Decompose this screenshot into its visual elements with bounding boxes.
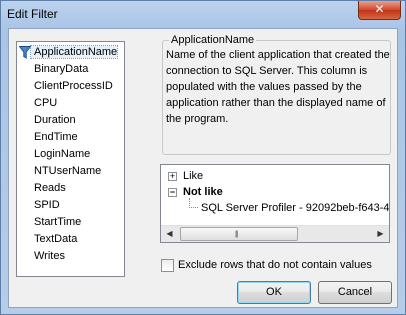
close-icon: ✕ xyxy=(374,2,385,16)
column-item-binarydata[interactable]: BinaryData xyxy=(31,61,88,78)
column-list[interactable]: ApplicationName BinaryData ClientProcess… xyxy=(16,41,125,277)
window-title: Edit Filter xyxy=(7,7,58,21)
column-item-cpu[interactable]: CPU xyxy=(31,95,57,112)
column-item-label: LoginName xyxy=(34,148,91,160)
description-group: ApplicationName Name of the client appli… xyxy=(162,34,391,155)
tree-connector xyxy=(189,198,198,208)
description-title: ApplicationName xyxy=(169,34,257,46)
scroll-thumb[interactable]: ||| xyxy=(180,227,298,241)
column-item-label: TextData xyxy=(34,233,78,245)
column-item-label: BinaryData xyxy=(34,63,89,75)
column-item-endtime[interactable]: EndTime xyxy=(31,129,78,146)
tree-node-label: Like xyxy=(183,170,204,182)
exclude-rows-checkbox[interactable] xyxy=(161,259,174,272)
tree-node-value[interactable]: SQL Server Profiler - 92092beb-f643-49 xyxy=(161,198,390,216)
tree-value-label: SQL Server Profiler - 92092beb-f643-49 xyxy=(201,202,390,214)
column-item-label: StartTime xyxy=(34,216,82,228)
column-item-reads[interactable]: Reads xyxy=(31,180,66,197)
column-item-writes[interactable]: Writes xyxy=(31,248,65,265)
grip-icon: ||| xyxy=(235,231,239,238)
column-item-duration[interactable]: Duration xyxy=(31,112,76,129)
horizontal-scrollbar[interactable]: ◀ ||| ▶ xyxy=(161,225,389,242)
column-item-label: ApplicationName xyxy=(29,45,119,59)
column-item-loginname[interactable]: LoginName xyxy=(31,146,90,163)
collapse-icon[interactable]: − xyxy=(168,188,177,197)
column-item-ntusername[interactable]: NTUserName xyxy=(31,163,101,180)
column-item-label: Duration xyxy=(34,114,76,126)
title-bar[interactable]: Edit Filter ✕ xyxy=(1,1,405,27)
description-text: Name of the client application that crea… xyxy=(166,49,390,125)
scroll-right-icon[interactable]: ▶ xyxy=(372,226,389,242)
cancel-button[interactable]: Cancel xyxy=(318,281,392,304)
close-button[interactable]: ✕ xyxy=(358,1,401,20)
column-item-label: SPID xyxy=(34,199,60,211)
column-item-label: Reads xyxy=(34,182,66,194)
funnel-icon xyxy=(19,46,31,59)
column-item-applicationname[interactable]: ApplicationName xyxy=(19,44,119,61)
ok-button[interactable]: OK xyxy=(237,281,311,304)
exclude-rows-label: Exclude rows that do not contain values xyxy=(178,259,372,271)
edit-filter-dialog: Edit Filter ✕ ApplicationName BinaryData… xyxy=(0,0,406,315)
expand-icon[interactable]: + xyxy=(168,172,177,181)
column-item-label: EndTime xyxy=(34,131,78,143)
column-item-label: ClientProcessID xyxy=(34,80,113,92)
dialog-body: ApplicationName BinaryData ClientProcess… xyxy=(8,28,398,308)
column-item-label: CPU xyxy=(34,97,58,109)
scroll-left-icon[interactable]: ◀ xyxy=(161,226,178,242)
tree-node-like[interactable]: + Like xyxy=(161,168,389,184)
column-item-label: NTUserName xyxy=(34,165,102,177)
column-item-clientprocessid[interactable]: ClientProcessID xyxy=(31,78,113,95)
column-item-spid[interactable]: SPID xyxy=(31,197,60,214)
column-item-label: Writes xyxy=(34,250,65,262)
column-item-textdata[interactable]: TextData xyxy=(31,231,77,248)
filter-tree[interactable]: + Like − Not like SQL Server Profiler - … xyxy=(160,164,390,243)
column-item-starttime[interactable]: StartTime xyxy=(31,214,81,231)
